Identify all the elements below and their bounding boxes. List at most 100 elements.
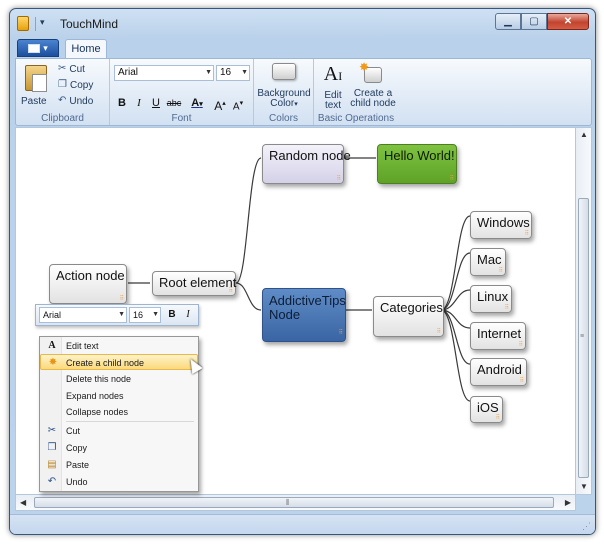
node-label: Internet bbox=[477, 326, 522, 341]
create-child-node-label-2: child node bbox=[350, 98, 396, 109]
thumb-grip-icon: ⦀ bbox=[286, 498, 290, 507]
menu-item-cut[interactable]: ✂ Cut bbox=[40, 423, 198, 439]
resize-grip-icon: ⠿ bbox=[519, 378, 524, 384]
mini-font-family-value: Arial bbox=[43, 310, 62, 320]
scroll-right-icon[interactable]: ▶ bbox=[565, 498, 571, 507]
link-root-addictive bbox=[235, 282, 262, 311]
shrink-font-button[interactable]: A▾ bbox=[230, 95, 246, 112]
chevron-down-icon: ▾ bbox=[199, 101, 203, 108]
undo-icon: ↶ bbox=[58, 95, 67, 106]
clipboard-group-label: Clipboard bbox=[41, 113, 84, 124]
paste-label: Paste bbox=[21, 96, 47, 107]
font-color-button[interactable]: A▾ bbox=[186, 95, 208, 111]
undo-icon: ↶ bbox=[47, 476, 57, 487]
node-addictivetips[interactable]: AddictiveTips Node ⠿ bbox=[262, 288, 346, 342]
copy-button[interactable]: ❐ Copy bbox=[58, 79, 93, 91]
menu-item-edit-text[interactable]: A Edit text bbox=[40, 338, 198, 354]
font-group-label: Font bbox=[171, 113, 192, 124]
resize-grip-icon: ⠿ bbox=[119, 296, 124, 302]
node-categories[interactable]: Categories ⠿ bbox=[373, 296, 444, 337]
node-label: Random node bbox=[269, 148, 351, 163]
edit-text-button[interactable]: AI Edit text bbox=[318, 61, 348, 111]
edit-text-icon: A bbox=[48, 340, 56, 351]
mini-toolbar: Arial ▼ 16 ▼ B I bbox=[35, 304, 199, 326]
scissors-icon: ✂ bbox=[47, 425, 57, 436]
application-menu-button[interactable]: ▾ bbox=[17, 39, 59, 57]
edit-text-label-2: text bbox=[324, 100, 342, 111]
link-categories-windows bbox=[440, 215, 471, 311]
paste-button[interactable]: Paste bbox=[18, 61, 54, 109]
node-android[interactable]: Android ⠿ bbox=[470, 358, 527, 386]
resize-grip-icon: ⠿ bbox=[228, 288, 233, 294]
scroll-down-icon[interactable]: ▼ bbox=[580, 482, 588, 491]
app-icon[interactable] bbox=[17, 16, 29, 31]
node-hello-world[interactable]: Hello World! ⠿ bbox=[377, 144, 457, 184]
chevron-down-icon: ▼ bbox=[152, 311, 159, 318]
mini-font-size-combo[interactable]: 16 ▼ bbox=[129, 307, 161, 323]
cut-button[interactable]: ✂ Cut bbox=[58, 63, 85, 75]
qat-separator bbox=[35, 17, 36, 31]
chevron-down-icon: ▼ bbox=[241, 69, 248, 76]
bold-button[interactable]: B bbox=[114, 95, 130, 111]
vertical-scrollbar[interactable]: ▲ ≡ ▼ bbox=[576, 127, 592, 495]
menu-item-create-child-node[interactable]: ✸ Create a child node bbox=[40, 354, 198, 370]
resize-grip-icon: ⠿ bbox=[336, 176, 341, 182]
resize-grip-icon: ⠿ bbox=[504, 305, 509, 311]
minimize-button[interactable]: ▁ bbox=[495, 13, 521, 30]
create-child-node-icon: ✸ bbox=[359, 60, 382, 83]
link-root-random bbox=[235, 157, 262, 284]
node-root[interactable]: Root element ⠿ bbox=[152, 271, 236, 296]
resize-grip-icon: ⠿ bbox=[449, 176, 454, 182]
basic-operations-group: AI Edit text ✸ Create a child node Basic… bbox=[314, 59, 398, 125]
node-label: Windows bbox=[477, 215, 530, 230]
menu-item-expand-nodes[interactable]: Expand nodes bbox=[40, 388, 198, 404]
resize-grip-icon: ⠿ bbox=[518, 342, 523, 348]
mini-bold-button[interactable]: B bbox=[165, 308, 179, 322]
node-random[interactable]: Random node ⠿ bbox=[262, 144, 351, 184]
mini-font-family-combo[interactable]: Arial ▼ bbox=[39, 307, 127, 323]
chevron-down-icon: ▼ bbox=[118, 311, 125, 318]
strikethrough-button[interactable]: abc bbox=[165, 95, 183, 111]
scroll-left-icon[interactable]: ◀ bbox=[20, 498, 26, 507]
ribbon: Paste ✂ Cut ❐ Copy ↶ Undo Clipboard Aria… bbox=[15, 58, 592, 126]
quick-access-dropdown-icon[interactable]: ▾ bbox=[40, 17, 45, 28]
font-size-combo[interactable]: 16 ▼ bbox=[216, 65, 250, 81]
grow-font-button[interactable]: A▴ bbox=[212, 95, 228, 113]
background-color-button[interactable]: Background Color▾ bbox=[256, 61, 312, 111]
undo-button[interactable]: ↶ Undo bbox=[58, 95, 93, 107]
menu-item-collapse-nodes[interactable]: Collapse nodes bbox=[40, 404, 198, 420]
menu-item-delete-node[interactable]: Delete this node bbox=[40, 371, 198, 387]
menu-item-copy[interactable]: ❐ Copy bbox=[40, 440, 198, 456]
node-mac[interactable]: Mac ⠿ bbox=[470, 248, 506, 276]
tab-home[interactable]: Home bbox=[65, 39, 107, 59]
scroll-up-icon[interactable]: ▲ bbox=[580, 130, 588, 139]
resize-grip-icon: ⠿ bbox=[338, 330, 343, 336]
resize-grip-icon[interactable]: ⋰ bbox=[582, 521, 591, 532]
status-bar: ⋰ bbox=[10, 514, 595, 534]
app-menu-arrow-icon: ▾ bbox=[43, 42, 48, 53]
node-linux[interactable]: Linux ⠿ bbox=[470, 285, 512, 313]
close-button[interactable]: ✕ bbox=[547, 13, 589, 30]
menu-item-paste[interactable]: ▤ Paste bbox=[40, 457, 198, 473]
font-family-combo[interactable]: Arial ▼ bbox=[114, 65, 214, 81]
resize-grip-icon: ⠿ bbox=[498, 268, 503, 274]
node-action[interactable]: Action node ⠿ bbox=[49, 264, 127, 304]
node-windows[interactable]: Windows ⠿ bbox=[470, 211, 532, 239]
mini-italic-button[interactable]: I bbox=[181, 308, 195, 322]
underline-button[interactable]: U bbox=[148, 95, 164, 111]
node-label: Action node bbox=[56, 268, 125, 283]
node-label: Linux bbox=[477, 289, 509, 304]
menu-item-undo[interactable]: ↶ Undo bbox=[40, 474, 198, 490]
create-child-node-button[interactable]: ✸ Create a child node bbox=[348, 60, 398, 111]
copy-icon: ❐ bbox=[58, 79, 67, 90]
node-ios[interactable]: iOS ⠿ bbox=[470, 396, 503, 423]
resize-grip-icon: ⠿ bbox=[495, 415, 500, 421]
italic-button[interactable]: I bbox=[131, 95, 147, 111]
window-title: TouchMind bbox=[60, 17, 119, 31]
node-internet[interactable]: Internet ⠿ bbox=[470, 322, 526, 350]
horizontal-scrollbar[interactable]: ◀ ⦀ ▶ bbox=[15, 495, 576, 511]
horizontal-scroll-thumb[interactable] bbox=[34, 497, 554, 508]
maximize-button[interactable]: ▢ bbox=[521, 13, 547, 30]
node-label-line-2: Node bbox=[269, 307, 301, 322]
basic-operations-group-label: Basic Operations bbox=[317, 113, 395, 124]
